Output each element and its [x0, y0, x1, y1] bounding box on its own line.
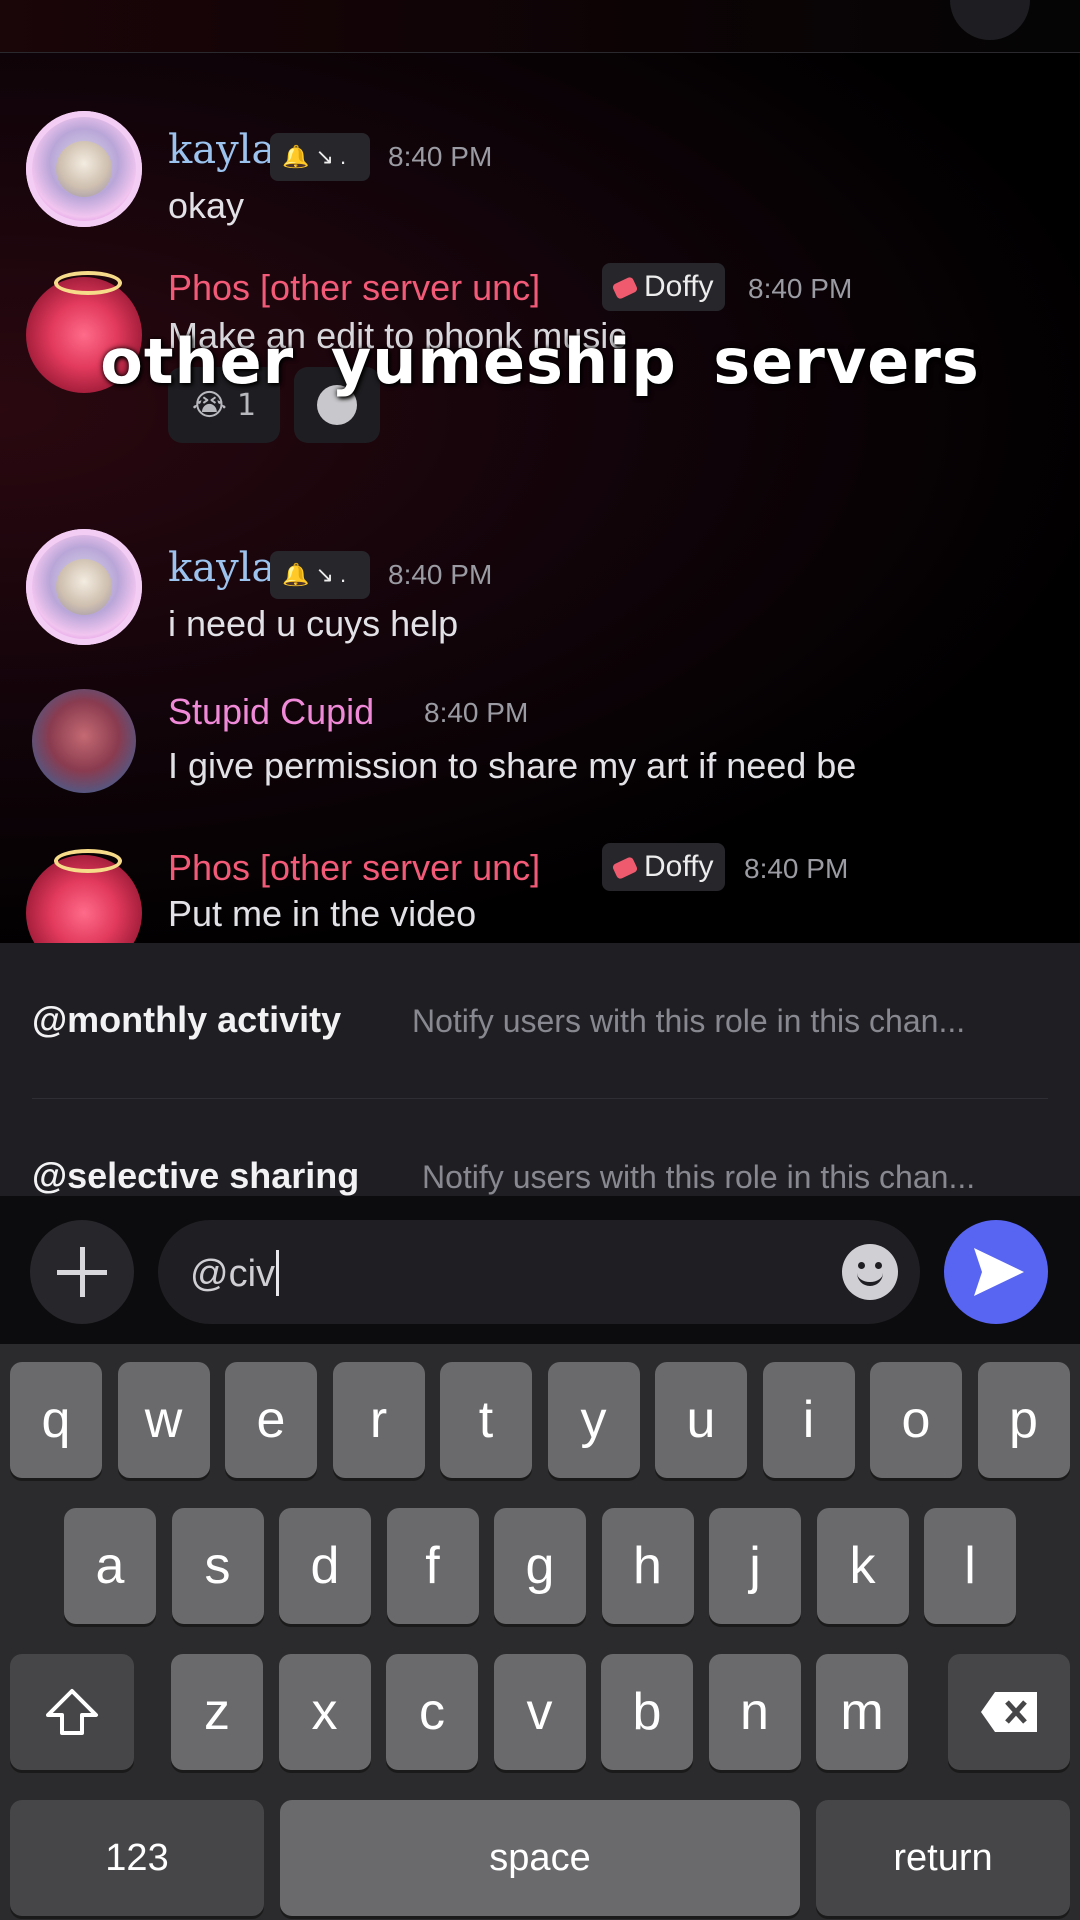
message-text: Put me in the video [168, 893, 477, 934]
author-tag: 🔔 ↘ . [270, 551, 370, 599]
role-description: Notify users with this role in this chan… [412, 1003, 966, 1039]
key-k[interactable]: k [816, 1508, 909, 1624]
text-caret [276, 1250, 280, 1296]
key-r[interactable]: r [332, 1362, 425, 1478]
lips-icon [611, 856, 639, 880]
send-button[interactable] [944, 1220, 1048, 1324]
key-u[interactable]: u [655, 1362, 747, 1478]
lips-icon [611, 276, 639, 300]
key-f[interactable]: f [386, 1508, 479, 1624]
message-text: i need u cuys help [168, 603, 459, 644]
avatar[interactable] [26, 111, 142, 227]
key-j[interactable]: j [709, 1508, 801, 1624]
input-value: @civ [190, 1253, 276, 1295]
video-caption-overlay: other yumeship servers [100, 325, 980, 398]
send-arrow-icon [974, 1248, 1024, 1296]
mention-option[interactable]: @selective sharing Notify users with thi… [0, 1099, 1080, 1196]
message-composer: @civ [0, 1196, 1080, 1344]
message-text: I give permission to share my art if nee… [168, 745, 857, 786]
timestamp: 8:40 PM [388, 141, 493, 172]
key-m[interactable]: m [816, 1654, 908, 1770]
shift-key[interactable] [10, 1654, 134, 1770]
avatar[interactable] [26, 529, 142, 645]
timestamp: 8:40 PM [748, 273, 853, 304]
key-b[interactable]: b [601, 1654, 693, 1770]
message-input[interactable]: @civ [158, 1220, 920, 1324]
emoji-picker-icon[interactable] [842, 1244, 898, 1300]
author-name[interactable]: kayla [168, 127, 275, 173]
key-t[interactable]: t [440, 1362, 532, 1478]
key-s[interactable]: s [171, 1508, 264, 1624]
message-text: okay [168, 185, 245, 226]
role-tag: Doffy [602, 263, 726, 311]
timestamp: 8:40 PM [424, 697, 529, 728]
key-p[interactable]: p [977, 1362, 1070, 1478]
key-z[interactable]: z [171, 1654, 263, 1770]
key-d[interactable]: d [279, 1508, 371, 1624]
key-a[interactable]: a [64, 1508, 156, 1624]
author-name[interactable]: Phos [other server unc] [168, 847, 540, 889]
header-action-button[interactable] [950, 0, 1030, 40]
avatar[interactable] [26, 849, 142, 943]
key-n[interactable]: n [708, 1654, 801, 1770]
author-tag: 🔔 ↘ . [270, 133, 370, 181]
channel-header [0, 0, 1080, 53]
author-name[interactable]: Stupid Cupid [168, 691, 374, 733]
key-e[interactable]: e [225, 1362, 317, 1478]
key-o[interactable]: o [870, 1362, 962, 1478]
backspace-key[interactable] [948, 1654, 1070, 1770]
author-name[interactable]: kayla [168, 545, 275, 591]
key-g[interactable]: g [494, 1508, 586, 1624]
role-description: Notify users with this role in this chan… [422, 1159, 976, 1195]
on-screen-keyboard: q w e r t y u i o p a s d f g h j k l z x c v b n m 123 space return [0, 1344, 1080, 1920]
backspace-icon [981, 1692, 1037, 1732]
return-key[interactable]: return [816, 1800, 1070, 1916]
message-list[interactable]: kayla 🔔 ↘ . 8:40 PM okay Phos [other ser… [0, 53, 1080, 943]
mention-autocomplete: @monthly activity Notify users with this… [0, 943, 1080, 1196]
key-q[interactable]: q [10, 1362, 102, 1478]
key-v[interactable]: v [493, 1654, 586, 1770]
author-name[interactable]: Phos [other server unc] [168, 267, 540, 309]
key-x[interactable]: x [278, 1654, 371, 1770]
key-i[interactable]: i [762, 1362, 855, 1478]
shift-arrow-icon [46, 1689, 98, 1735]
avatar[interactable] [32, 689, 136, 793]
key-l[interactable]: l [924, 1508, 1016, 1624]
timestamp: 8:40 PM [388, 559, 493, 590]
space-key[interactable]: space [280, 1800, 800, 1916]
mention-option[interactable]: @monthly activity Notify users with this… [0, 943, 1080, 1071]
attach-plus-button[interactable] [30, 1220, 134, 1324]
key-y[interactable]: y [547, 1362, 640, 1478]
timestamp: 8:40 PM [744, 853, 849, 884]
key-h[interactable]: h [601, 1508, 694, 1624]
key-w[interactable]: w [117, 1362, 210, 1478]
role-tag: Doffy [602, 843, 726, 891]
numbers-key[interactable]: 123 [10, 1800, 264, 1916]
role-name: @monthly activity [32, 999, 342, 1040]
key-c[interactable]: c [386, 1654, 478, 1770]
role-name: @selective sharing [32, 1155, 360, 1196]
